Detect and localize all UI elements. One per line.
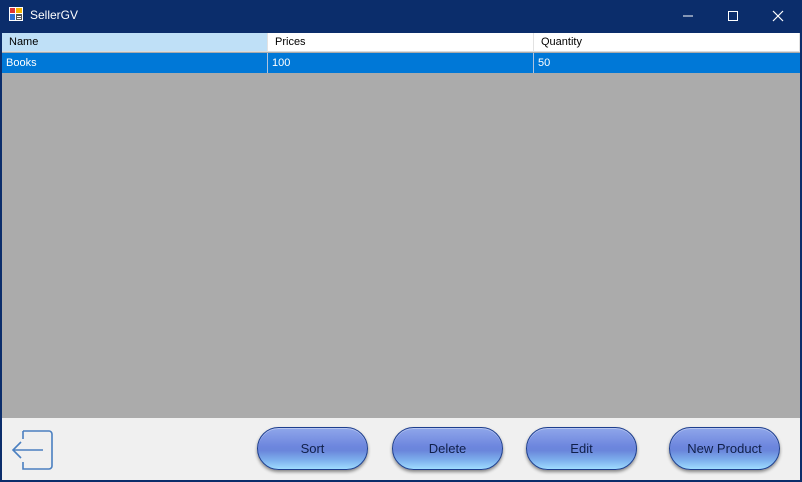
column-header-name[interactable]: Name — [2, 33, 268, 52]
footer-panel: Sort Delete Edit New Product — [2, 418, 800, 480]
close-icon — [772, 10, 784, 21]
delete-button[interactable]: Delete — [392, 427, 503, 470]
grid-header: Name Prices Quantity — [2, 33, 800, 52]
cell-name[interactable]: Books — [2, 53, 268, 73]
table-row[interactable]: Books 100 50 — [2, 53, 800, 73]
sort-button[interactable]: Sort — [257, 427, 368, 470]
window-title: SellerGV — [30, 8, 79, 22]
cell-quantity[interactable]: 50 — [534, 53, 800, 73]
title-bar[interactable]: SellerGV — [0, 0, 802, 31]
products-grid[interactable]: Name Prices Quantity Books 100 50 — [2, 33, 800, 418]
edit-button[interactable]: Edit — [526, 427, 637, 470]
maximize-icon — [728, 10, 738, 21]
exit-icon[interactable] — [11, 429, 53, 471]
column-header-quantity[interactable]: Quantity — [534, 33, 800, 52]
minimize-icon — [683, 15, 693, 16]
app-window: SellerGV Name Prices Quantity Books 100 — [0, 0, 802, 482]
new-product-button[interactable]: New Product — [669, 427, 780, 470]
column-header-prices[interactable]: Prices — [268, 33, 534, 52]
app-icon — [9, 7, 23, 21]
cell-price[interactable]: 100 — [268, 53, 534, 73]
minimize-button[interactable] — [665, 0, 711, 31]
maximize-button[interactable] — [710, 0, 756, 31]
close-button[interactable] — [755, 0, 801, 31]
